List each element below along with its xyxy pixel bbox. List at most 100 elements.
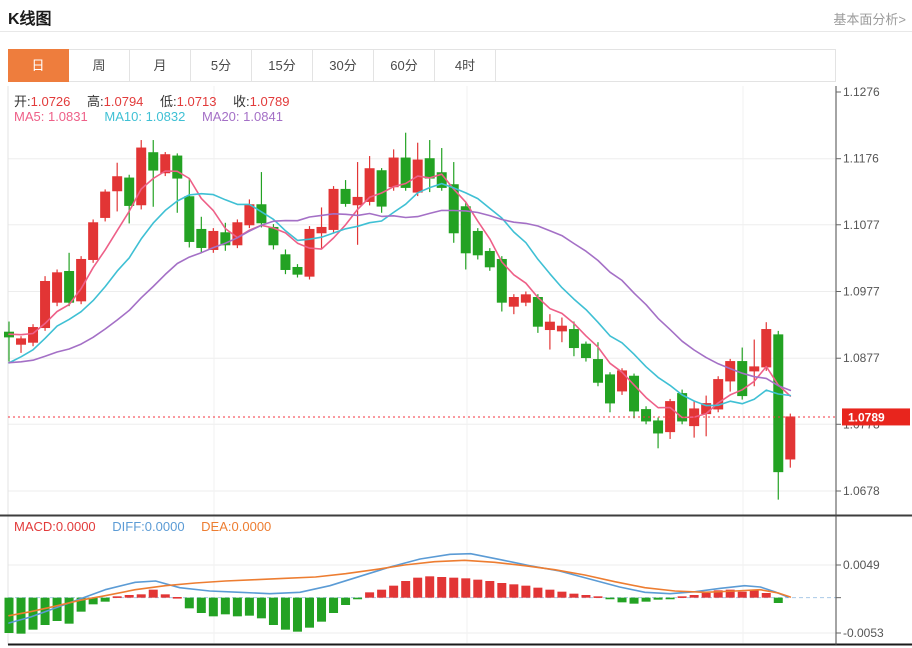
candle — [64, 252, 75, 307]
candle — [52, 269, 63, 307]
candle — [484, 248, 495, 271]
candle — [520, 291, 531, 307]
macd-bar — [509, 584, 519, 598]
macd-bar — [184, 597, 194, 609]
current-price-tag: 1.0789 — [842, 408, 910, 426]
current-price-value: 1.0789 — [848, 410, 885, 424]
macd-bar — [172, 597, 182, 599]
close-value: 1.0789 — [249, 94, 290, 109]
close-label: 收: — [233, 94, 250, 109]
y-axis-label: 0.0049 — [843, 558, 880, 572]
macd-bar — [437, 577, 447, 598]
macd-bar — [341, 597, 351, 605]
ma20-value: 1.0841 — [243, 109, 283, 124]
macd-bar — [473, 579, 483, 598]
ma20-line — [8, 209, 792, 392]
macd-bar — [557, 591, 567, 598]
candle — [388, 149, 399, 191]
macd-bar — [773, 597, 783, 603]
candle — [448, 162, 459, 243]
diff-line — [8, 552, 789, 624]
macd-bar — [377, 589, 387, 598]
low-value: 1.0713 — [176, 94, 217, 109]
candle — [605, 372, 615, 413]
ma-legend: MA5: 1.0831 MA10: 1.0832 MA20: 1.0841 — [14, 109, 296, 124]
macd-bar — [100, 597, 110, 602]
macd-bar — [653, 597, 663, 600]
low-label: 低: — [160, 94, 177, 109]
y-axis-label: 1.0678 — [843, 484, 880, 498]
candle — [653, 417, 664, 449]
candle — [472, 228, 483, 260]
candle — [16, 336, 27, 353]
y-axis-label: 1.0877 — [843, 351, 880, 365]
candle — [544, 314, 555, 350]
macd-bar — [533, 587, 543, 598]
macd-bar — [545, 589, 555, 598]
candle — [508, 294, 519, 315]
macd-bar — [268, 597, 278, 625]
macd-bar — [136, 594, 146, 598]
macd-bar — [701, 593, 711, 598]
macd-bar — [485, 581, 495, 598]
macd-bar — [124, 595, 134, 598]
macd-bar — [112, 596, 122, 598]
macd-bar — [196, 597, 206, 613]
y-axis-label: 1.1276 — [843, 85, 880, 99]
candle — [665, 398, 676, 439]
candle — [641, 406, 652, 425]
dea-line — [8, 559, 792, 617]
high-label: 高: — [87, 94, 104, 109]
macd-bar — [425, 576, 435, 598]
macd-bar — [665, 597, 675, 600]
candle — [316, 207, 327, 250]
candle — [352, 162, 363, 245]
candle — [232, 219, 243, 249]
kline-page: K线图 基本面分析> 日 周 月 5分 15分 30分 60分 4时 1.127… — [0, 0, 912, 648]
macd-bar — [581, 595, 591, 598]
macd-bar — [280, 597, 290, 630]
y-axis-label: 1.1077 — [843, 218, 880, 232]
y-axis-label: 1.1176 — [843, 152, 879, 166]
candle — [701, 395, 712, 437]
macd-bar — [593, 596, 603, 598]
macd-label: MACD: — [14, 519, 56, 534]
macd-bar — [497, 583, 507, 598]
candle — [761, 322, 772, 371]
macd-bar — [353, 597, 363, 600]
candle — [184, 178, 195, 248]
candle — [412, 142, 423, 197]
macd-bar — [220, 597, 230, 615]
macd-bar — [317, 597, 327, 622]
macd-bar — [244, 597, 254, 616]
macd-bar — [737, 591, 747, 598]
high-value: 1.0794 — [103, 94, 144, 109]
ma10-value: 1.0832 — [145, 109, 186, 124]
macd-bar — [413, 577, 423, 598]
macd-legend: MACD:0.0000 DIFF:0.0000 DEA:0.0000 — [14, 519, 284, 534]
candle — [629, 373, 640, 419]
candle — [292, 264, 303, 278]
macd-bar — [629, 597, 639, 604]
macd-bar — [305, 597, 314, 628]
candle — [4, 321, 14, 362]
candle — [713, 376, 724, 413]
candle — [773, 330, 784, 500]
macd-bar — [365, 592, 375, 598]
y-axis-label: -0.0053 — [843, 626, 884, 640]
candle — [304, 226, 315, 280]
ma5-value: 1.0831 — [47, 109, 88, 124]
candle — [136, 140, 147, 210]
macd-value: 0.0000 — [55, 519, 96, 534]
macd-bar — [401, 581, 411, 598]
candle — [88, 219, 99, 263]
candle — [196, 216, 207, 253]
candle — [749, 339, 760, 387]
ma20-label: MA20: — [201, 109, 240, 124]
candle — [148, 140, 159, 207]
macd-bar — [389, 585, 399, 598]
candle — [556, 317, 567, 343]
macd-bar — [605, 597, 615, 600]
macd-bar — [521, 585, 531, 598]
candle — [28, 324, 39, 347]
